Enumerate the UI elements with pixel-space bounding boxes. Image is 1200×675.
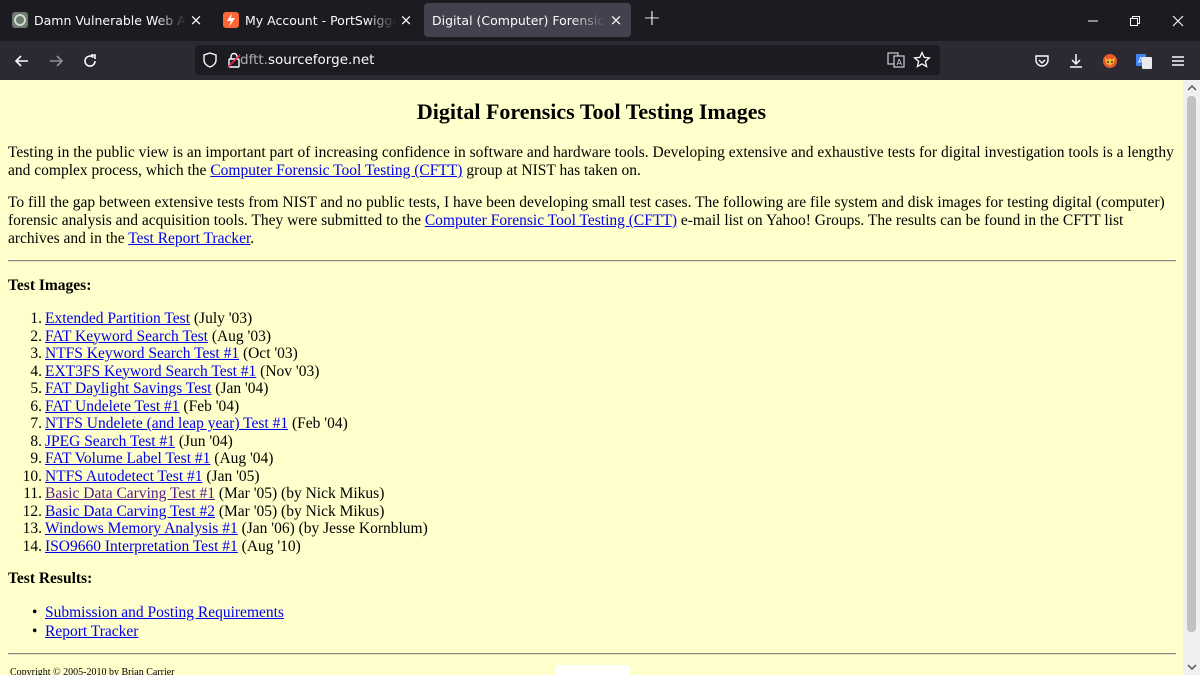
test-images-heading: Test Images: [8,277,92,294]
list-item: 9. FAT Volume Label Test #1 (Aug '04) [30,450,274,467]
extension-fox-icon[interactable] [1095,46,1125,76]
list-item: 5. FAT Daylight Savings Test (Jan '04) [30,380,269,397]
test-image-link[interactable]: EXT3FS Keyword Search Test #1 [45,363,256,380]
portswigger-favicon-icon [223,12,239,28]
translate-icon[interactable]: A [887,52,905,72]
tab-dvwa[interactable]: Damn Vulnerable Web App (DVWA) × [3,3,211,37]
gap-paragraph: To fill the gap between extensive tests … [8,194,1165,247]
report-tracker-link[interactable]: Report Tracker [45,623,138,640]
submission-requirements-link[interactable]: Submission and Posting Requirements [45,604,284,621]
list-item: 12. Basic Data Carving Test #2 (Mar '05) … [22,502,385,520]
test-image-link[interactable]: Windows Memory Analysis #1 [45,520,238,537]
list-item: 8. JPEG Search Test #1 (Jun '04) [30,432,233,450]
test-image-link[interactable]: FAT Volume Label Test #1 [45,450,210,467]
list-item: 11. Basic Data Carving Test #1 (Mar '05) … [23,485,385,502]
list-item: 7. NTFS Undelete (and leap year) Test #1 … [30,415,348,432]
list-item: 2. FAT Keyword Search Test (Aug '03) [30,327,271,345]
tab-title: Digital (Computer) Forensics Tool Testin… [432,12,606,28]
cftt-email-list-link[interactable]: Computer Forensic Tool Testing (CFTT) [425,212,677,229]
page-title: Digital Forensics Tool Testing Images [416,99,767,124]
intro-paragraph: Testing in the public view is an importa… [8,144,1174,179]
tab-title: My Account - PortSwigger [245,12,396,28]
test-results-heading: Test Results: [8,570,93,587]
cftt-link[interactable]: Computer Forensic Tool Testing (CFTT) [210,162,462,179]
reload-icon[interactable] [75,46,105,76]
close-window-button[interactable] [1156,0,1200,41]
scroll-thumb[interactable] [1187,96,1196,632]
url-text[interactable]: dftt.sourceforge.net [240,52,374,68]
test-images-list: 1. Extended Partition Test (July '03) 2. F… [22,310,428,555]
scroll-down-icon[interactable] [1183,660,1200,674]
close-tab-icon[interactable]: × [396,10,416,30]
list-item: 6. FAT Undelete Test #1 (Feb '04) [30,397,240,415]
tab-strip: Damn Vulnerable Web App (DVWA) × My Acco… [0,0,1200,41]
pocket-icon[interactable] [1027,46,1057,76]
extension-translate-icon[interactable]: A [1129,46,1159,76]
list-item: 3. NTFS Keyword Search Test #1 (Oct '03) [30,345,298,362]
url-bar[interactable]: dftt.sourceforge.net A [195,45,940,75]
test-image-link[interactable]: Basic Data Carving Test #2 [45,503,215,520]
lock-icon[interactable] [227,52,241,72]
test-image-link[interactable]: Basic Data Carving Test #1 [45,485,215,502]
bullet-icon: • [32,604,38,621]
tab-portswigger[interactable]: My Account - PortSwigger × [214,3,421,37]
menu-icon[interactable] [1163,46,1193,76]
divider [8,260,1176,262]
test-image-link[interactable]: NTFS Undelete (and leap year) Test #1 [45,415,288,432]
vertical-scrollbar[interactable] [1183,80,1200,675]
test-image-link[interactable]: FAT Undelete Test #1 [45,398,180,415]
test-image-link[interactable]: JPEG Search Test #1 [45,433,175,450]
scroll-up-icon[interactable] [1183,81,1200,95]
copyright-text: Copyright © 2005-2010 by Brian Carrier [10,667,175,675]
bullet-icon: • [32,623,38,640]
restore-button[interactable] [1113,0,1157,41]
close-tab-icon[interactable]: × [606,10,626,30]
list-item: 4. EXT3FS Keyword Search Test #1 (Nov '03… [30,362,320,380]
forward-arrow-icon[interactable] [41,46,71,76]
tab-dftt[interactable]: Digital (Computer) Forensics Tool Testin… [424,3,631,37]
test-results-list: • Submission and Posting Requirements • Re… [32,603,284,641]
page-content: Digital Forensics Tool Testing Images Te… [0,80,1183,675]
test-image-link[interactable]: NTFS Keyword Search Test #1 [45,345,239,362]
test-image-link[interactable]: Extended Partition Test [45,310,190,327]
test-image-link[interactable]: NTFS Autodetect Test #1 [45,468,203,485]
dvwa-favicon-icon [12,12,28,28]
close-tab-icon[interactable]: × [186,10,206,30]
test-image-link[interactable]: ISO9660 Interpretation Test #1 [45,538,238,555]
svg-text:A: A [1138,56,1144,65]
list-item: 13. Windows Memory Analysis #1 (Jan '06) … [22,520,428,537]
star-icon[interactable] [913,50,931,73]
test-image-link[interactable]: FAT Daylight Savings Test [45,380,211,397]
list-item: 14. ISO9660 Interpretation Test #1 (Aug '… [22,537,301,555]
back-arrow-icon[interactable] [7,46,37,76]
download-icon[interactable] [1061,46,1091,76]
test-image-link[interactable]: FAT Keyword Search Test [45,328,208,345]
list-item: 10. NTFS Autodetect Test #1 (Jan '05) [22,467,260,485]
list-item: 1. Extended Partition Test (July '03) [30,310,253,327]
test-report-tracker-link[interactable]: Test Report Tracker [128,230,250,247]
sourceforge-logo-icon[interactable] [555,665,630,675]
new-tab-button[interactable]: + [640,8,664,32]
divider [8,653,1176,655]
list-item: • Submission and Posting Requirements [32,603,284,622]
minimize-button[interactable] [1071,0,1115,41]
tab-title: Damn Vulnerable Web App (DVWA) [34,12,186,28]
shield-icon[interactable] [202,52,218,72]
svg-text:A: A [897,58,903,67]
list-item: • Report Tracker [32,622,284,641]
